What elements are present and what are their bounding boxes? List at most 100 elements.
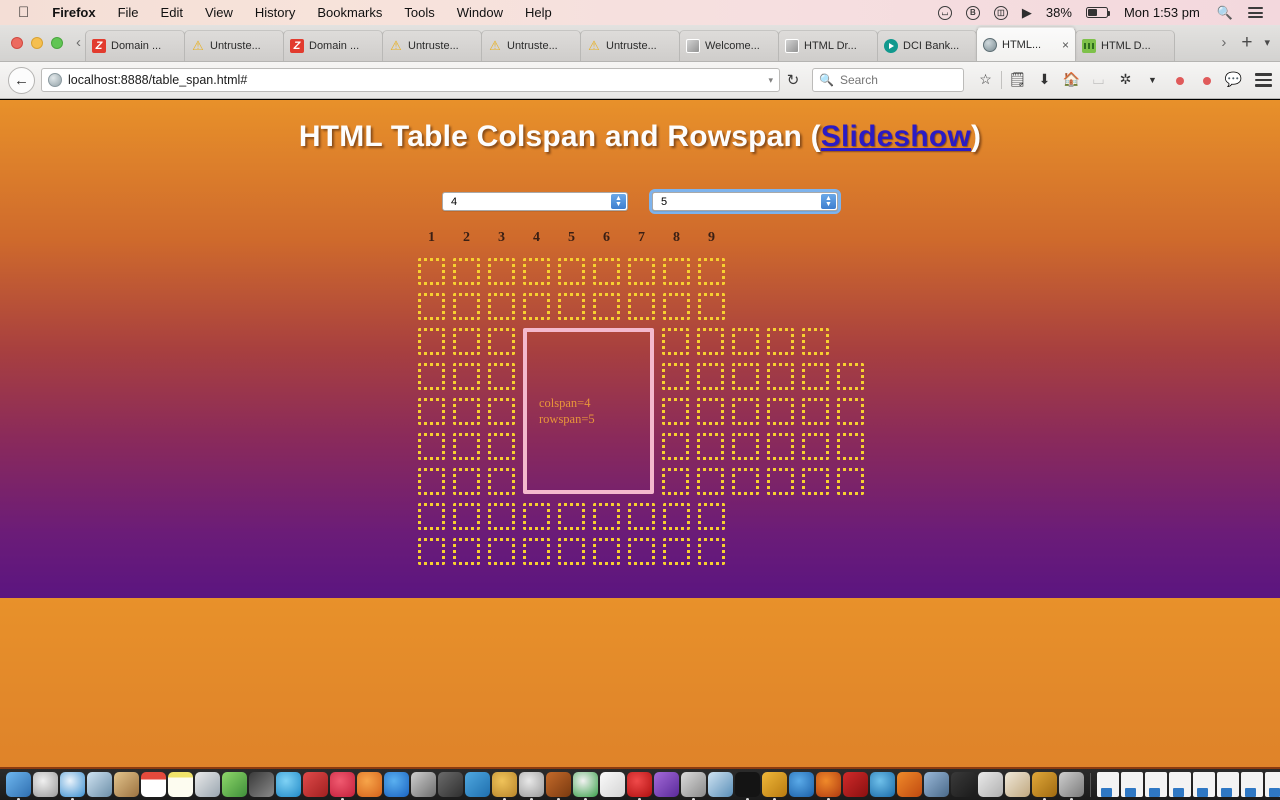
dock-app-screenshot-app[interactable] [1059,772,1084,800]
table-cell[interactable] [802,398,829,425]
table-cell[interactable] [767,433,794,460]
table-cell[interactable] [418,503,445,530]
downloads-icon[interactable]: ⬇ [1031,71,1058,88]
table-cell[interactable] [523,293,550,320]
dock-app-browser-blue[interactable] [870,772,895,797]
overflow-chevron-icon[interactable]: ▼ [1139,75,1166,85]
table-cell[interactable] [767,363,794,390]
table-cell[interactable] [697,468,724,495]
menu-item-window[interactable]: Window [446,5,514,20]
table-cell[interactable] [523,258,550,285]
search-input[interactable] [839,73,957,87]
dock-minimized-window[interactable] [1121,772,1143,797]
dock-app-itunes[interactable] [330,772,355,800]
dock-app-package[interactable] [978,772,1003,797]
table-cell[interactable] [732,363,759,390]
menu-item-help[interactable]: Help [514,5,563,20]
menu-hamburger-icon[interactable] [1255,70,1272,89]
chat-icon[interactable]: 💬 [1220,71,1247,88]
table-cell[interactable] [523,503,550,530]
airplay-icon[interactable]: ◫ [987,5,1015,20]
table-cell[interactable] [837,398,864,425]
tab-untrusted-1[interactable]: Untruste... [184,30,284,61]
table-cell[interactable] [663,293,690,320]
table-cell[interactable] [453,258,480,285]
table-cell[interactable] [558,538,585,565]
url-bar[interactable]: localhost:8888/table_span.html# ▾ [41,68,780,92]
table-cell[interactable] [453,398,480,425]
dock-app-calendar[interactable] [141,772,166,797]
table-cell[interactable] [767,328,794,355]
tab-untrusted-2[interactable]: Untruste... [382,30,482,61]
dock-app-text-editor[interactable] [600,772,625,797]
tab-domain-1[interactable]: Z Domain ... [85,30,185,61]
menu-item-view[interactable]: View [194,5,244,20]
table-cell[interactable] [662,433,689,460]
dock-app-vlc[interactable] [897,772,922,797]
dock-app-paint-app[interactable] [1032,772,1057,800]
dock-app-bitcoin[interactable] [789,772,814,797]
dock-app-filezilla[interactable] [843,772,868,797]
apple-logo-icon[interactable]:  [10,5,41,20]
sync-icon[interactable]: ⌴ [931,5,959,20]
table-cell[interactable] [628,258,655,285]
table-cell[interactable] [628,538,655,565]
table-cell[interactable] [802,433,829,460]
tab-html-active[interactable]: HTML... × [976,27,1076,61]
notification-center-icon[interactable] [1241,5,1270,21]
menu-item-file[interactable]: File [107,5,150,20]
table-cell[interactable] [697,363,724,390]
dock-app-mail[interactable] [708,772,733,797]
dock-minimized-window[interactable] [1169,772,1191,797]
home-icon[interactable]: 🏠 [1058,71,1085,88]
table-cell[interactable] [488,328,515,355]
table-cell[interactable] [663,538,690,565]
dock-app-facetime[interactable] [303,772,328,797]
table-cell[interactable] [488,293,515,320]
new-tab-button[interactable]: + [1233,24,1260,61]
dock-app-ibooks[interactable] [357,772,382,797]
battery-icon[interactable] [1079,7,1115,18]
table-cell[interactable] [767,398,794,425]
dock-minimized-window[interactable] [1265,772,1280,797]
table-cell[interactable] [453,503,480,530]
table-cell[interactable] [453,293,480,320]
tab-scroll-left-button[interactable]: ‹ [72,24,85,61]
spotlight-search-icon[interactable]: 🔍 [1209,5,1241,21]
dock-app-inkscape[interactable] [762,772,787,800]
table-cell[interactable] [488,468,515,495]
dock-minimized-window[interactable] [1241,772,1263,797]
tab-welcome[interactable]: Welcome... [679,30,779,61]
dock-app-docs-app[interactable] [1005,772,1030,797]
table-cell[interactable] [662,468,689,495]
dock-app-opera[interactable] [627,772,652,800]
tab-dci-bank[interactable]: DCI Bank... [877,30,977,61]
dock-minimized-window[interactable] [1145,772,1167,797]
table-cell[interactable] [418,538,445,565]
menu-item-edit[interactable]: Edit [150,5,194,20]
rowspan-stepper-icon[interactable]: ▲ ▼ [821,194,836,209]
table-cell[interactable] [732,433,759,460]
table-cell[interactable] [662,328,689,355]
dock-app-launchpad[interactable] [33,772,58,797]
dock-app-safari[interactable] [60,772,85,800]
dock-app-image-viewer[interactable] [681,772,706,800]
table-cell[interactable] [418,363,445,390]
dock-app-contacts[interactable] [114,772,139,797]
table-cell[interactable] [663,503,690,530]
table-cell[interactable] [698,293,725,320]
dock-app-messages[interactable] [276,772,301,797]
table-cell[interactable] [767,468,794,495]
table-cell[interactable] [837,363,864,390]
table-cell[interactable] [418,258,445,285]
table-cell[interactable] [558,503,585,530]
dock-app-chrome[interactable] [573,772,598,800]
table-cell[interactable] [837,433,864,460]
table-cell[interactable] [802,363,829,390]
dock-app-finder[interactable] [6,772,31,800]
tab-html-d[interactable]: HTML D... [1075,30,1175,61]
colspan-stepper-icon[interactable]: ▲ ▼ [611,194,626,209]
dock-app-firefox[interactable] [816,772,841,800]
dock-app-app-store[interactable] [384,772,409,797]
table-cell[interactable] [488,258,515,285]
